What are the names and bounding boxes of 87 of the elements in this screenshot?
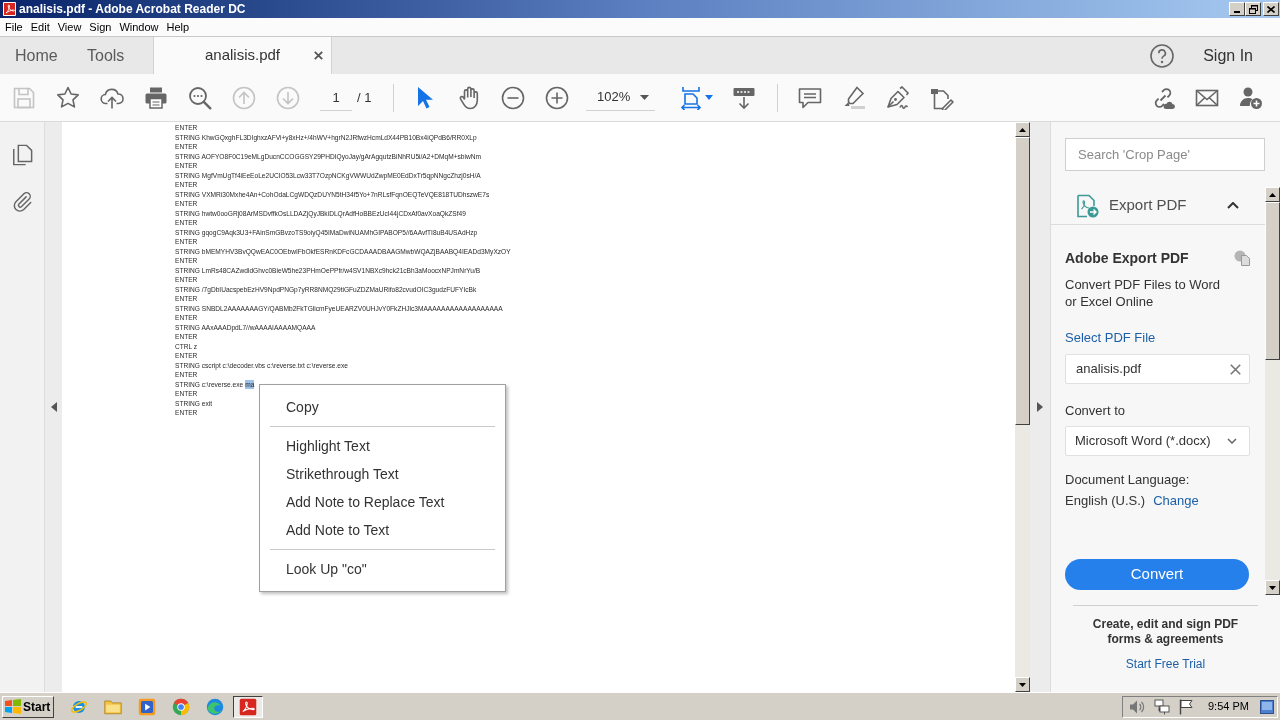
printer-icon[interactable] bbox=[144, 85, 168, 110]
tab[interactable]: Tools bbox=[72, 37, 152, 74]
scroll-up-button[interactable] bbox=[1015, 122, 1030, 137]
pdf-logo-icon bbox=[239, 697, 257, 716]
select-file-link[interactable]: Select PDF File bbox=[1065, 329, 1156, 346]
zoom-dropdown[interactable]: 102% bbox=[586, 84, 655, 111]
panel-description: Convert PDF Files to Word or Excel Online bbox=[1065, 276, 1222, 310]
taskbar-button[interactable] bbox=[233, 695, 263, 718]
menu-item[interactable]: Copy bbox=[260, 393, 505, 421]
menu-item[interactable]: File bbox=[1, 18, 27, 36]
menu-item[interactable]: Strikethrough Text bbox=[260, 460, 505, 488]
convert-to-label: Convert to bbox=[1065, 402, 1125, 419]
play-tile-icon bbox=[138, 697, 156, 716]
clock: 9:54 PM bbox=[1208, 699, 1249, 715]
change-link[interactable]: Change bbox=[1153, 492, 1199, 509]
sign-in-link[interactable]: Sign In bbox=[1203, 43, 1253, 68]
free-trial-link[interactable]: Start Free Trial bbox=[1125, 657, 1206, 672]
scroll-down-button[interactable] bbox=[1015, 677, 1030, 692]
export-service-icon bbox=[1234, 250, 1250, 266]
triangle-up-icon[interactable] bbox=[1269, 192, 1276, 197]
page-number-field[interactable]: 1 bbox=[320, 84, 352, 111]
export-pdf-icon bbox=[1075, 193, 1099, 218]
clear-icon[interactable] bbox=[1230, 363, 1241, 375]
triangle-down-icon[interactable] bbox=[1269, 585, 1276, 590]
menu-item[interactable]: Add Note to Replace Text bbox=[260, 488, 505, 516]
windows-flag-icon bbox=[5, 699, 21, 714]
scroll-mode-icon[interactable] bbox=[732, 85, 756, 110]
menu-item[interactable]: Add Note to Text bbox=[260, 516, 505, 544]
app-icon bbox=[3, 2, 16, 16]
promo-text: Create, edit and sign PDF forms & agreements bbox=[1091, 617, 1240, 647]
scroll-up-button[interactable] bbox=[1265, 187, 1280, 202]
caret-icon[interactable] bbox=[640, 94, 649, 100]
triangle-right-icon[interactable] bbox=[1037, 402, 1043, 412]
page-count: / 1 bbox=[357, 88, 373, 107]
triangle-up-icon[interactable] bbox=[1019, 127, 1026, 132]
menu-item[interactable]: Window bbox=[115, 18, 163, 36]
hand-icon[interactable] bbox=[457, 85, 481, 110]
menu-item[interactable]: Sign bbox=[85, 18, 116, 36]
panel-heading: Adobe Export PDF bbox=[1065, 249, 1189, 267]
menu-item[interactable]: Highlight Text bbox=[260, 432, 505, 460]
format-dropdown[interactable]: Microsoft Word (*.docx) bbox=[1065, 426, 1250, 456]
chevron-up-icon[interactable] bbox=[1227, 202, 1239, 209]
start-button[interactable]: Start bbox=[2, 695, 54, 718]
close-icon[interactable] bbox=[314, 51, 323, 60]
wheel-logo-icon bbox=[172, 697, 190, 716]
search-field[interactable]: Search 'Crop Page' bbox=[1065, 138, 1265, 171]
highlighter-icon[interactable] bbox=[842, 85, 866, 110]
chevron-down-icon[interactable] bbox=[1227, 438, 1237, 444]
tab[interactable]: Home bbox=[0, 37, 72, 74]
tab[interactable]: analisis.pdf bbox=[153, 37, 332, 74]
file-field[interactable]: analisis.pdf bbox=[1065, 354, 1250, 384]
convert-button[interactable]: Convert bbox=[1065, 559, 1249, 590]
comment-icon[interactable] bbox=[798, 85, 822, 110]
pages-icon[interactable] bbox=[11, 144, 33, 166]
scrollbar-thumb[interactable] bbox=[1265, 202, 1280, 360]
help-icon[interactable] bbox=[1150, 43, 1175, 68]
menu-item[interactable]: Look Up "co" bbox=[260, 555, 505, 583]
minus-circle-icon[interactable] bbox=[501, 85, 525, 110]
triangle-left-icon[interactable] bbox=[50, 402, 57, 412]
pen-nib-icon[interactable] bbox=[886, 85, 910, 110]
menu-item[interactable]: View bbox=[53, 18, 86, 36]
plus-circle-icon[interactable] bbox=[545, 85, 569, 110]
scroll-down-button[interactable] bbox=[1265, 580, 1280, 595]
close-button[interactable] bbox=[1263, 2, 1279, 16]
section-header[interactable]: Export PDF bbox=[1051, 187, 1265, 225]
speaker-icon[interactable] bbox=[1129, 698, 1145, 715]
network-icon[interactable] bbox=[1154, 698, 1170, 715]
section-title: Export PDF bbox=[1109, 195, 1187, 216]
search-icon[interactable] bbox=[188, 85, 212, 110]
fit-page-icon[interactable] bbox=[679, 85, 703, 110]
star-icon[interactable] bbox=[56, 85, 80, 110]
folder-icon bbox=[104, 697, 122, 716]
close-icon[interactable] bbox=[1267, 5, 1275, 13]
scrollbar-thumb[interactable] bbox=[1015, 137, 1030, 425]
paperclip-icon[interactable] bbox=[11, 190, 33, 212]
language-value: English (U.S.) bbox=[1065, 492, 1146, 509]
menu-item[interactable]: Help bbox=[162, 18, 194, 36]
wave-logo-icon bbox=[206, 697, 224, 716]
flag-icon[interactable] bbox=[1179, 698, 1193, 715]
show-desktop-icon[interactable] bbox=[1260, 699, 1274, 714]
minimize-button[interactable] bbox=[1229, 2, 1245, 16]
triangle-down-icon[interactable] bbox=[1019, 682, 1026, 687]
menu-item[interactable]: Edit bbox=[26, 18, 54, 36]
add-user-icon[interactable] bbox=[1239, 85, 1263, 110]
caret-icon[interactable] bbox=[705, 95, 713, 100]
language-label: Document Language: bbox=[1065, 471, 1190, 488]
window-title: analisis.pdf - Adobe Acrobat Reader DC bbox=[19, 1, 246, 18]
